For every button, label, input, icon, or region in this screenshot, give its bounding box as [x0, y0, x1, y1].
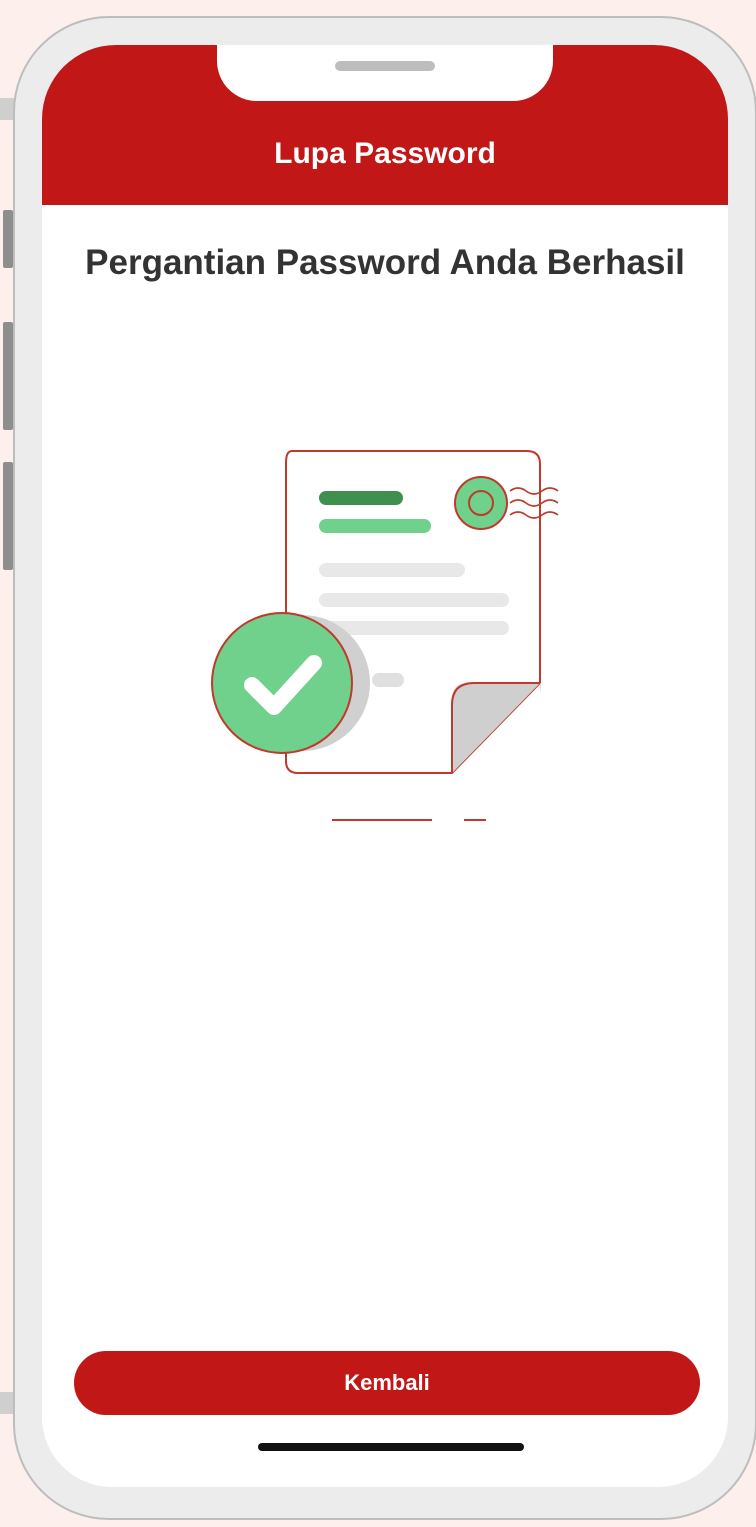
text-line: [372, 673, 404, 687]
home-indicator: [258, 1443, 524, 1451]
page-title: Pergantian Password Anda Berhasil: [85, 243, 685, 282]
stamp-seal: [454, 476, 508, 530]
phone-notch: [217, 45, 553, 101]
app-stage: Lupa Password Pergantian Password Anda B…: [0, 0, 756, 1527]
text-line: [319, 563, 465, 577]
heading-line: [319, 491, 403, 505]
mute-switch: [3, 210, 13, 268]
back-button[interactable]: Kembali: [74, 1351, 700, 1415]
text-line: [319, 593, 509, 607]
speaker-grille: [335, 61, 435, 71]
header-title: Lupa Password: [274, 137, 496, 170]
document-success-icon: [211, 450, 559, 821]
subheading-line: [319, 519, 431, 533]
volume-up-button: [3, 322, 13, 430]
check-badge: [211, 612, 353, 754]
phone-screen: Lupa Password Pergantian Password Anda B…: [42, 45, 728, 1487]
volume-down-button: [3, 462, 13, 570]
